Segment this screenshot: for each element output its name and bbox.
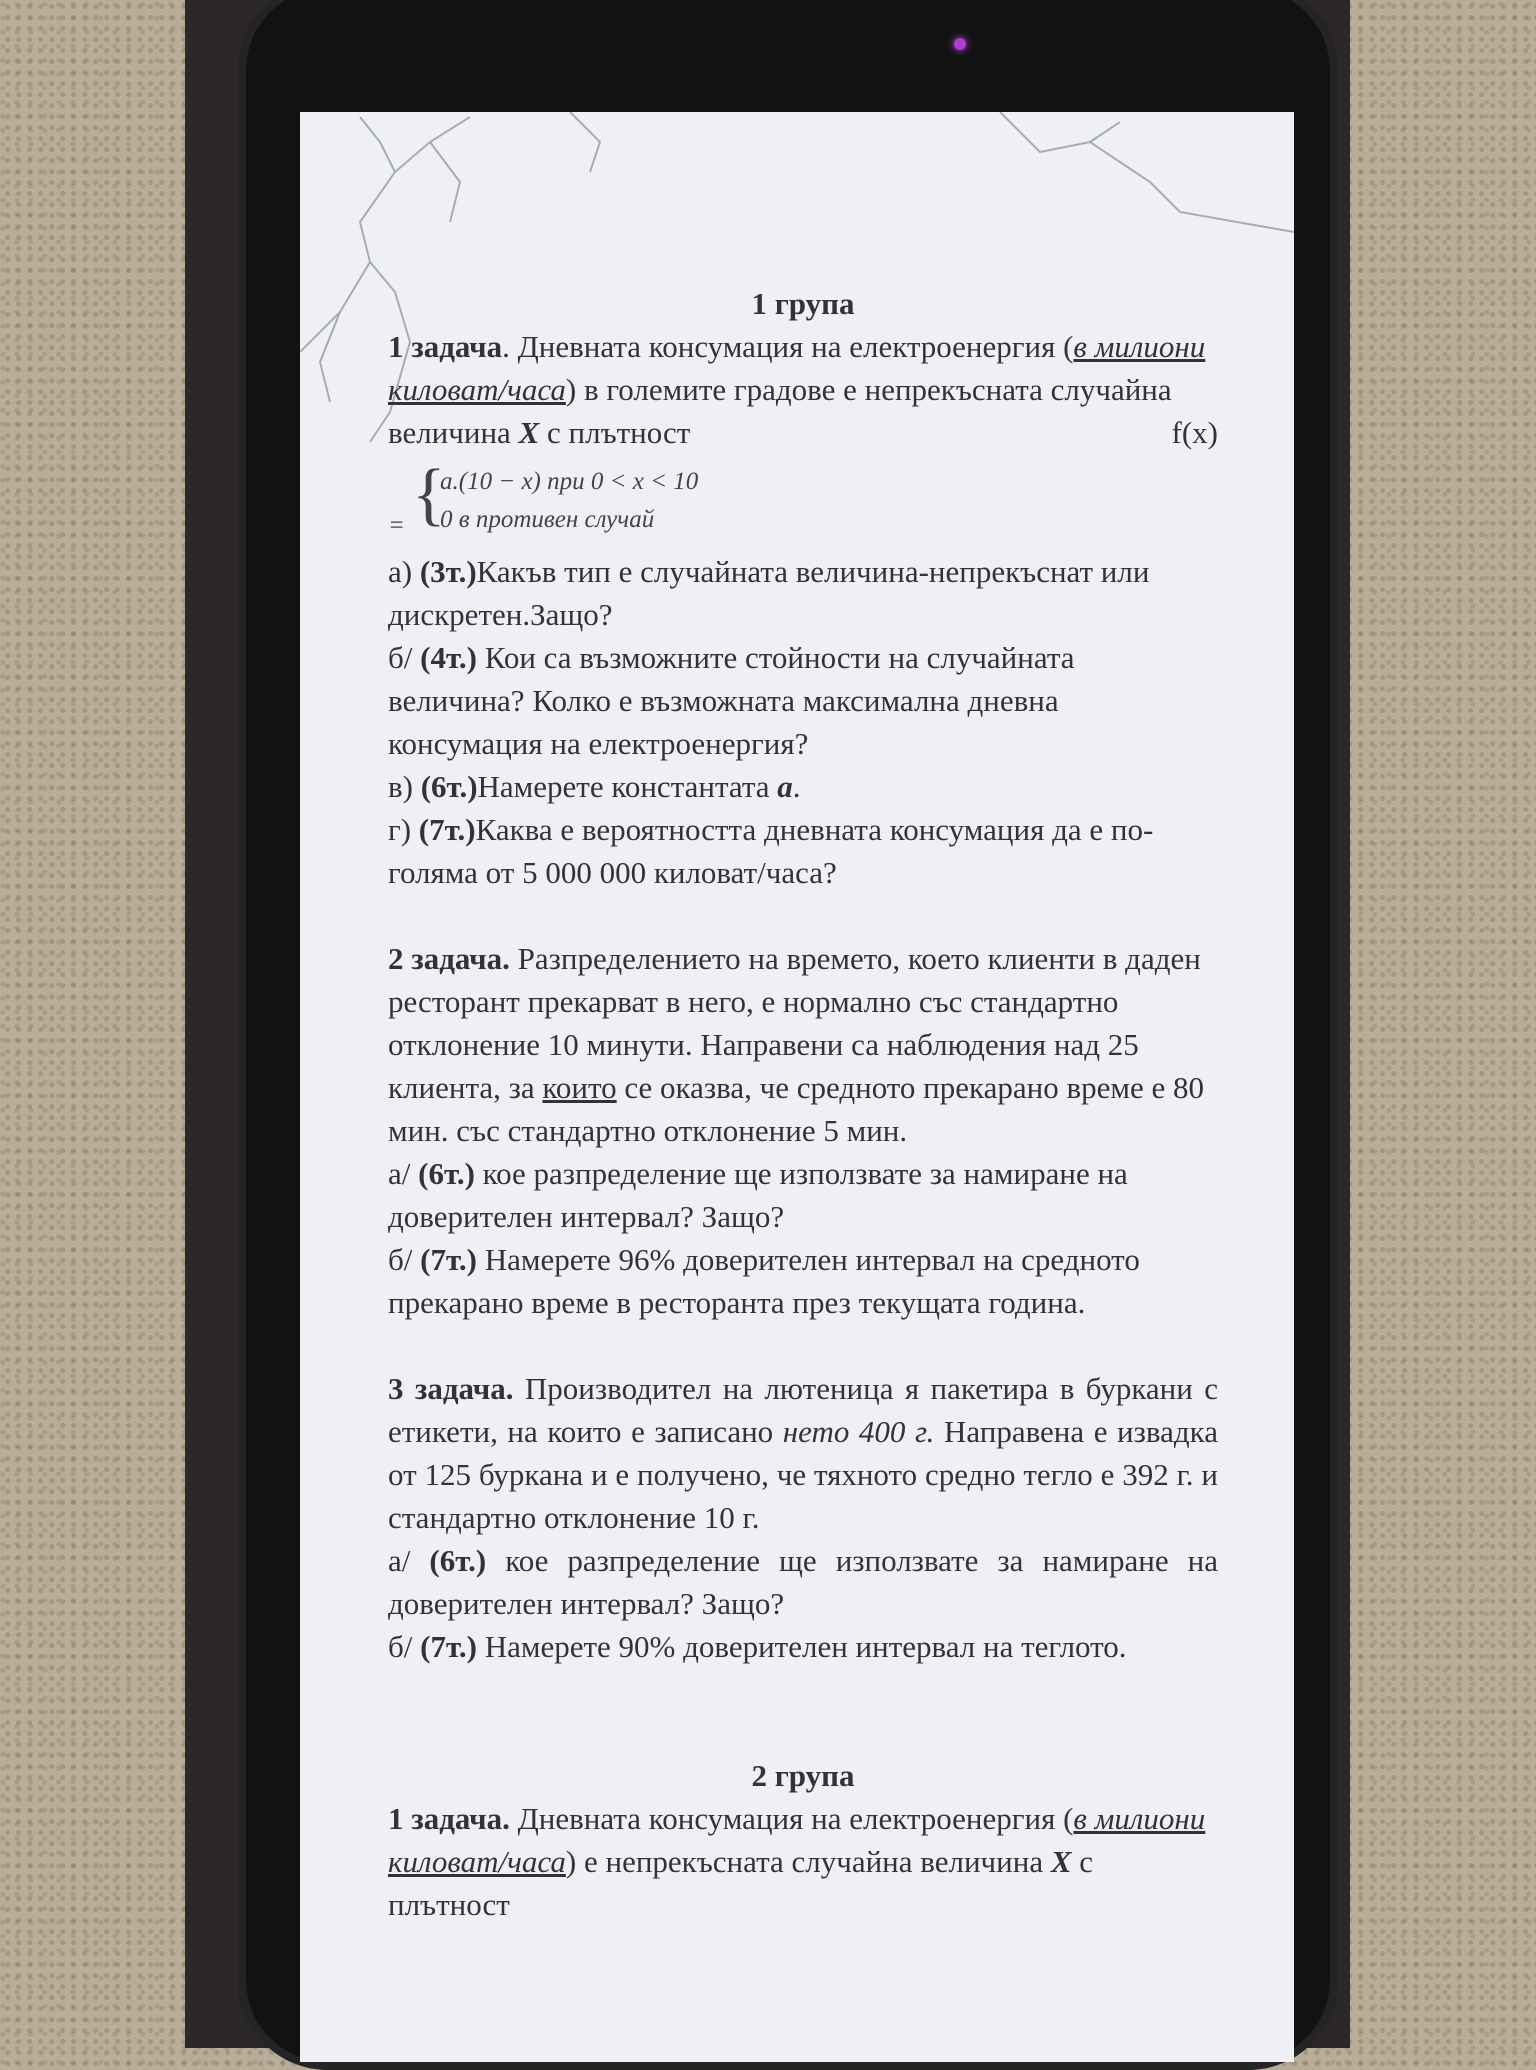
task-3-label: 3 задача. <box>388 1371 514 1406</box>
q-text: кое разпределение ще използвате за намир… <box>388 1543 1218 1621</box>
variable-x: X <box>518 415 540 450</box>
points: (7т.) <box>420 1629 477 1664</box>
formula-case-1: a.(10 − x) при 0 < x < 10 <box>440 468 699 495</box>
formula-case-2: 0 в противен случай <box>440 506 655 533</box>
phone-screen: 1 група 1 задача. Дневната консумация на… <box>300 112 1294 2062</box>
question-1b: б/ (4т.) Кои са възможните стойности на … <box>388 636 1218 765</box>
q-end: . <box>792 769 801 804</box>
constant-a: a <box>777 769 793 804</box>
q-prefix: б/ <box>388 1629 421 1664</box>
points: (6т.) <box>429 1543 487 1578</box>
question-1c: в) (6т.)Намерете константата a. <box>388 765 1218 808</box>
q-prefix: в) <box>388 769 421 804</box>
task-1-label: 1 задача. <box>388 1801 510 1836</box>
question-3b: б/ (7т.) Намерете 90% доверителен интерв… <box>388 1625 1218 1668</box>
task-text: Дневната консумация на електроенергия ( <box>509 1801 1074 1836</box>
task-1-text-c: с плътност <box>539 415 691 450</box>
points: (3т.) <box>419 554 477 589</box>
question-1a: а) (3т.)Какъв тип е случайната величина-… <box>388 550 1218 636</box>
points: (4т.) <box>420 640 477 675</box>
density-formula: = { a.(10 − x) при 0 < x < 10 0 в против… <box>388 460 1218 540</box>
q-prefix: а) <box>388 554 420 589</box>
q-prefix: б/ <box>388 640 421 675</box>
density-fx: f(x) <box>1171 415 1218 450</box>
group-2-task-1-statement: 1 задача. Дневната консумация на електро… <box>388 1797 1218 1926</box>
question-3a: а/ (6т.) кое разпределение ще използвате… <box>388 1539 1218 1625</box>
q-text: Какъв тип е случайната величина-непрекъс… <box>388 554 1150 632</box>
q-text: Намерете 90% доверителен интервал на тег… <box>476 1629 1127 1664</box>
q-prefix: г) <box>388 812 419 847</box>
camera-icon <box>954 38 966 50</box>
q-prefix: а/ <box>388 1543 430 1578</box>
points: (7т.) <box>418 812 476 847</box>
task-1-text: . Дневната консумация на електроенергия … <box>502 329 1074 364</box>
q-text: Кои са възможните стойности на случайнат… <box>388 640 1075 761</box>
task-3-statement: 3 задача. Производител на лютеница я пак… <box>388 1367 1218 1539</box>
points: (6т.) <box>420 769 478 804</box>
group-2-title: 2 група <box>751 1758 855 1793</box>
document: 1 група 1 задача. Дневната консумация на… <box>388 282 1218 1926</box>
task-1-label: 1 задача <box>388 329 503 364</box>
task-text-b: ) е непрекъсната случайна величина <box>565 1844 1051 1879</box>
q-text: Намерете константата <box>477 769 778 804</box>
q-prefix: б/ <box>388 1242 421 1277</box>
net-weight: нето 400 г. <box>782 1414 935 1449</box>
variable-x: X <box>1050 1844 1072 1879</box>
question-1d: г) (7т.)Каква е вероятността дневната ко… <box>388 808 1218 894</box>
group-1-title: 1 група <box>751 286 855 321</box>
q-prefix: а/ <box>388 1156 419 1191</box>
underlined-word: които <box>542 1070 617 1105</box>
q-text: Каква е вероятността дневната консумация… <box>388 812 1154 890</box>
q-text: Намерете 96% доверителен интервал на сре… <box>388 1242 1140 1320</box>
equals-sign: = <box>388 512 405 539</box>
question-2b: б/ (7т.) Намерете 96% доверителен интерв… <box>388 1238 1218 1324</box>
task-2-label: 2 задача. <box>388 941 510 976</box>
task-1-statement: 1 задача. Дневната консумация на електро… <box>388 325 1218 454</box>
question-2a: а/ (6т.) кое разпределение ще използвате… <box>388 1152 1218 1238</box>
q-text: кое разпределение ще използвате за намир… <box>388 1156 1128 1234</box>
task-2-statement: 2 задача. Разпределението на времето, ко… <box>388 937 1218 1152</box>
points: (6т.) <box>418 1156 475 1191</box>
points: (7т.) <box>420 1242 477 1277</box>
